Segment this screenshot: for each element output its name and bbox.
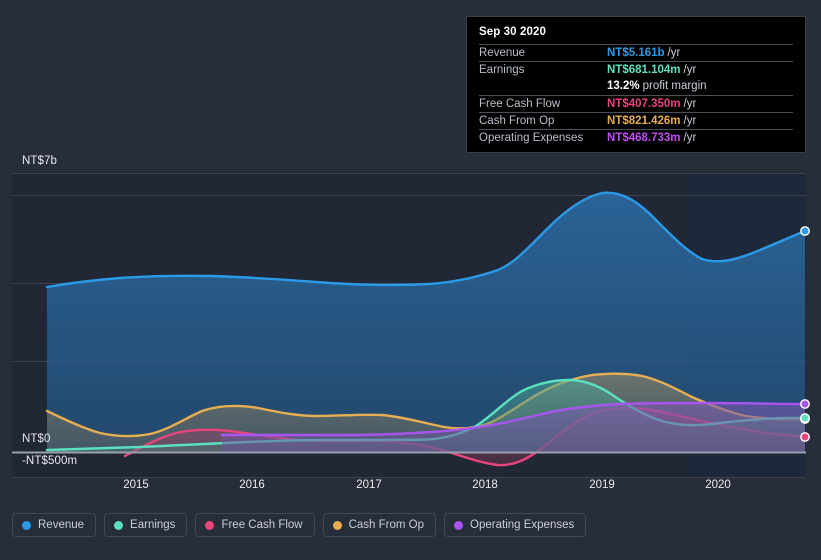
tooltip-value-revenue: NT$5.161b xyxy=(607,47,665,59)
y-axis-label-bottom: -NT$500m xyxy=(22,455,78,467)
tooltip-unit-free-cash-flow: /yr xyxy=(683,98,697,110)
tooltip-label-revenue: Revenue xyxy=(479,47,526,59)
tooltip-label-cash-from-op: Cash From Op xyxy=(479,115,555,127)
tooltip-value-free-cash-flow: NT$407.350m xyxy=(607,98,681,110)
tooltip-unit-profit-margin: profit margin xyxy=(642,80,707,92)
legend-item-earnings[interactable]: Earnings xyxy=(104,513,188,537)
legend-dot-revenue-icon xyxy=(22,520,31,530)
legend-label-earnings: Earnings xyxy=(130,519,176,531)
legend-label-free-cash-flow: Free Cash Flow xyxy=(221,519,303,531)
tooltip-value-profit-margin: 13.2% xyxy=(607,80,640,92)
legend-item-operating-expenses[interactable]: Operating Expenses xyxy=(444,513,587,537)
x-axis: 2015 2016 2017 2018 2019 2020 xyxy=(0,479,821,501)
tooltip-unit-revenue: /yr xyxy=(667,47,681,59)
endpoint-revenue xyxy=(800,226,810,236)
tooltip-value-earnings: NT$681.104m xyxy=(607,64,681,76)
y-axis-label-zero: NT$0 xyxy=(22,433,51,445)
endpoint-operating-expenses xyxy=(800,399,810,409)
x-axis-label-2019: 2019 xyxy=(589,479,615,491)
legend-label-operating-expenses: Operating Expenses xyxy=(470,519,575,531)
financial-chart-widget: NT$7b NT$0 -NT$500m 2015 2016 2017 2018 … xyxy=(0,0,821,560)
legend-dot-operating-expenses-icon xyxy=(454,520,464,530)
endpoint-free-cash-flow xyxy=(800,432,810,442)
tooltip-unit-cash-from-op: /yr xyxy=(683,115,697,127)
tooltip-row-free-cash-flow: Free Cash Flow NT$407.350m /yr xyxy=(479,95,793,112)
y-axis-label-top: NT$7b xyxy=(22,155,58,167)
tooltip-label-operating-expenses: Operating Expenses xyxy=(479,132,584,144)
legend-label-revenue: Revenue xyxy=(38,519,85,531)
tooltip-label-free-cash-flow: Free Cash Flow xyxy=(479,98,561,110)
tooltip-row-profit-margin: 13.2% profit margin xyxy=(479,78,793,95)
chart-tooltip: Sep 30 2020 Revenue NT$5.161b /yr Earnin… xyxy=(466,16,806,153)
x-axis-label-2015: 2015 xyxy=(123,479,149,491)
legend-dot-cash-from-op-icon xyxy=(332,520,342,530)
x-axis-label-2016: 2016 xyxy=(239,479,265,491)
x-axis-label-2018: 2018 xyxy=(472,479,498,491)
legend-label-cash-from-op: Cash From Op xyxy=(348,519,425,531)
x-axis-label-2020: 2020 xyxy=(705,479,731,491)
tooltip-row-operating-expenses: Operating Expenses NT$468.733m /yr xyxy=(479,129,793,146)
tooltip-date: Sep 30 2020 xyxy=(479,26,546,38)
endpoint-earnings xyxy=(800,413,810,423)
legend-item-free-cash-flow[interactable]: Free Cash Flow xyxy=(195,513,315,537)
tooltip-label-earnings: Earnings xyxy=(479,64,525,76)
tooltip-row-revenue: Revenue NT$5.161b /yr xyxy=(479,44,793,61)
legend-item-cash-from-op[interactable]: Cash From Op xyxy=(322,513,437,537)
tooltip-row-cash-from-op: Cash From Op NT$821.426m /yr xyxy=(479,112,793,129)
x-axis-label-2017: 2017 xyxy=(356,479,382,491)
tooltip-value-operating-expenses: NT$468.733m xyxy=(607,132,681,144)
tooltip-value-cash-from-op: NT$821.426m xyxy=(607,115,681,127)
tooltip-unit-operating-expenses: /yr xyxy=(683,132,697,144)
chart-legend: Revenue Earnings Free Cash Flow Cash Fro… xyxy=(12,513,587,537)
chart-canvas[interactable] xyxy=(0,160,821,480)
legend-dot-earnings-icon xyxy=(114,520,124,530)
legend-dot-free-cash-flow-icon xyxy=(205,520,215,530)
tooltip-unit-earnings: /yr xyxy=(683,64,697,76)
tooltip-row-earnings: Earnings NT$681.104m /yr xyxy=(479,61,793,78)
legend-item-revenue[interactable]: Revenue xyxy=(12,513,97,537)
chart-plot-area[interactable] xyxy=(0,160,821,480)
